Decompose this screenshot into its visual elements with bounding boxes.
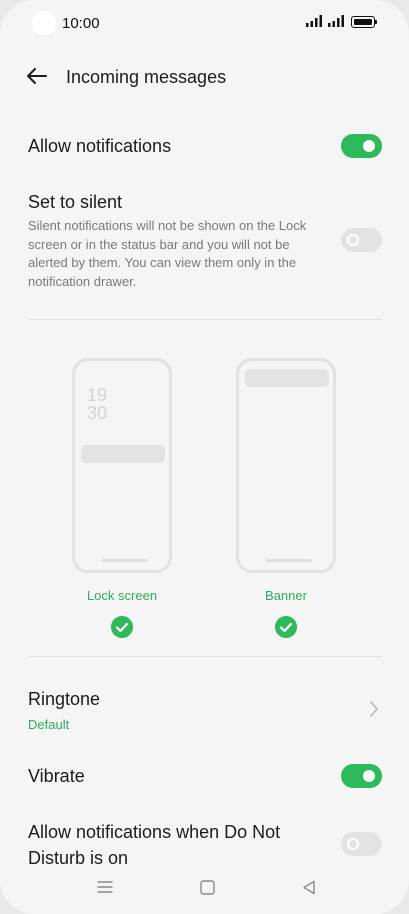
preview-clock: 19 30 (87, 385, 108, 423)
divider (28, 656, 381, 657)
dnd-label-line2: Disturb is on (28, 848, 129, 868)
dnd-toggle[interactable] (341, 832, 382, 856)
dnd-label-line1: Allow notifications when Do Not (28, 822, 281, 842)
chevron-right-icon (370, 701, 378, 717)
home-icon[interactable] (200, 880, 215, 895)
allow-notifications-label: Allow notifications (28, 136, 172, 156)
screen: 10:00 Incoming messages Allow notificati… (0, 0, 409, 914)
preview-banner-notification (245, 369, 329, 387)
camera-cutout (32, 11, 56, 35)
lock-screen-preview[interactable]: 19 30 (72, 358, 172, 573)
vibrate-label: Vibrate (28, 766, 85, 786)
banner-label: Banner (265, 588, 307, 603)
ringtone-value: Default (28, 717, 70, 732)
page-title: Incoming messages (66, 67, 227, 87)
banner-preview[interactable] (236, 358, 336, 573)
set-to-silent-description: Silent notifications will not be shown o… (28, 218, 307, 289)
set-to-silent-toggle[interactable] (341, 228, 382, 252)
battery-tip (375, 20, 377, 24)
lock-screen-check-icon[interactable] (111, 616, 133, 638)
menu-icon[interactable] (97, 880, 113, 894)
vibrate-toggle[interactable] (341, 764, 382, 788)
lock-screen-label: Lock screen (86, 588, 158, 603)
ringtone-label: Ringtone (28, 689, 101, 709)
allow-notifications-toggle[interactable] (341, 134, 382, 158)
battery-icon (351, 16, 375, 28)
status-time: 10:00 (62, 15, 100, 32)
preview-home-indicator (102, 559, 148, 562)
status-bar: 10:00 (0, 0, 409, 46)
preview-home-indicator (266, 559, 312, 562)
divider (28, 319, 381, 320)
signal-icon (306, 15, 322, 27)
header: Incoming messages (0, 54, 409, 98)
back-triangle-icon[interactable] (302, 880, 316, 895)
arrow-left-icon[interactable] (24, 64, 50, 88)
preview-notification (81, 445, 165, 463)
banner-check-icon[interactable] (275, 616, 297, 638)
set-to-silent-label: Set to silent (28, 192, 123, 212)
signal-icon (328, 15, 344, 27)
